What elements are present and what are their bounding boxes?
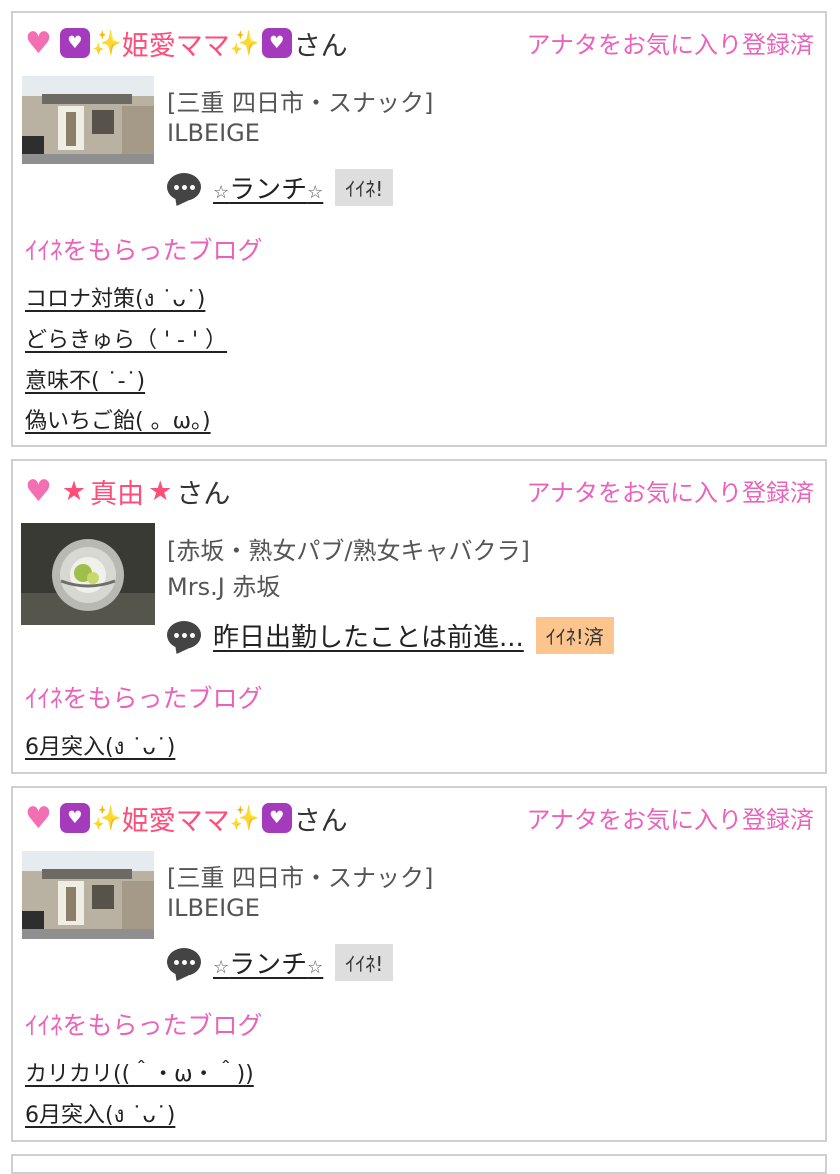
card-header: ♥ ★ 真由 ★ さん アナタをお気に入り登録済	[13, 461, 825, 521]
shop-name[interactable]: ILBEIGE	[167, 119, 260, 147]
purple-heart-icon: ♥	[59, 803, 90, 833]
favorite-status: アナタをお気に入り登録済	[526, 806, 814, 834]
user-card: ♥ ♥ ✨ 姫愛ママ ✨ ♥ さん アナタをお気に入り登録済 [三重 四日市・ス…	[11, 786, 827, 1142]
blog-title-link[interactable]: 昨日出勤したことは前進...	[213, 617, 524, 654]
liked-blog-link[interactable]: 意味不( ˙-˙)	[25, 363, 145, 395]
shop-info: [三重 四日市・スナック] ILBEIGE ☆ランチ☆ ｲｲﾈ!	[13, 848, 825, 988]
latest-blog: ☆ランチ☆ ｲｲﾈ!	[167, 168, 394, 206]
user-name-line[interactable]: ♥ ♥ ✨ 姫愛ママ ✨ ♥ さん	[25, 798, 348, 838]
blog-title-link[interactable]: ☆ランチ☆	[213, 169, 323, 206]
blog-title-link[interactable]: ☆ランチ☆	[213, 944, 323, 981]
liked-blog-link[interactable]: どらきゅら（ ' - ' ）	[25, 322, 227, 354]
star-icon: ☆	[307, 181, 324, 203]
shop-category: [三重 四日市・スナック]	[167, 864, 434, 892]
shop-info: [三重 四日市・スナック] ILBEIGE ☆ランチ☆ ｲｲﾈ!	[13, 73, 825, 213]
liked-blog-link[interactable]: 6月突入(ง ˙ᴗ˙)	[25, 729, 175, 764]
heart-icon: ♥	[25, 800, 52, 836]
shop-category: [三重 四日市・スナック]	[167, 89, 434, 117]
star-icon: ☆	[307, 956, 324, 978]
user-name-line[interactable]: ♥ ★ 真由 ★ さん	[25, 471, 230, 511]
card-header: ♥ ♥ ✨ 姫愛ママ ✨ ♥ さん アナタをお気に入り登録済	[13, 13, 825, 73]
user-name[interactable]: 真由	[90, 472, 144, 511]
favorite-status: アナタをお気に入り登録済	[526, 31, 814, 59]
user-card: ♥ ★ 真由 ★ さん アナタをお気に入り登録済 [赤坂・熟女パブ/熟女キャバク…	[11, 459, 827, 774]
purple-heart-icon: ♥	[59, 28, 90, 58]
blog-title[interactable]: ランチ	[229, 175, 307, 205]
iine-button[interactable]: ｲｲﾈ!	[335, 943, 394, 981]
liked-blog-link[interactable]: 偽いちご飴( 。ω。)	[25, 403, 211, 435]
iine-done-button[interactable]: ｲｲﾈ!済	[535, 616, 614, 654]
user-card-partial	[11, 1154, 827, 1174]
purple-heart-icon: ♥	[261, 803, 292, 833]
name-suffix: さん	[176, 478, 231, 510]
name-suffix: さん	[293, 805, 348, 837]
liked-blogs-heading: ｲｲﾈをもらったブログ	[25, 1011, 263, 1040]
shop-name[interactable]: ILBEIGE	[167, 894, 260, 922]
shop-category: [赤坂・熟女パブ/熟女キャバクラ]	[167, 537, 530, 565]
purple-heart-icon: ♥	[261, 28, 292, 58]
favorite-status: アナタをお気に入り登録済	[526, 479, 814, 507]
blog-title[interactable]: ランチ	[229, 950, 307, 980]
star-icon: ★	[61, 475, 87, 507]
heart-icon: ♥	[25, 473, 52, 509]
iine-button[interactable]: ｲｲﾈ!	[335, 168, 394, 206]
shop-thumbnail[interactable]	[22, 76, 154, 164]
heart-icon: ♥	[25, 25, 52, 61]
shop-thumbnail[interactable]	[21, 523, 155, 625]
star-icon: ★	[148, 475, 173, 507]
liked-blogs-heading: ｲｲﾈをもらったブログ	[25, 684, 263, 713]
user-name[interactable]: 姫愛ママ	[122, 24, 230, 63]
shop-thumbnail[interactable]	[22, 851, 154, 939]
liked-blog-link[interactable]: コロナ対策(ง ˙ᴗ˙)	[25, 281, 205, 316]
comment-icon	[167, 173, 201, 201]
shop-name[interactable]: Mrs.J 赤坂	[167, 567, 280, 602]
user-name-line[interactable]: ♥ ♥ ✨ 姫愛ママ ✨ ♥ さん	[25, 23, 348, 63]
star-icon: ☆	[213, 956, 230, 978]
sparkle-icon: ✨	[91, 804, 122, 832]
latest-blog: ☆ランチ☆ ｲｲﾈ!	[167, 943, 394, 981]
shop-info: [赤坂・熟女パブ/熟女キャバクラ] Mrs.J 赤坂 昨日出勤したことは前進..…	[13, 521, 825, 661]
comment-icon	[167, 948, 201, 976]
user-card: ♥ ♥ ✨ 姫愛ママ ✨ ♥ さん アナタをお気に入り登録済 [三重 四日市・ス…	[11, 11, 827, 447]
sparkle-icon: ✨	[229, 29, 260, 57]
card-header: ♥ ♥ ✨ 姫愛ママ ✨ ♥ さん アナタをお気に入り登録済	[13, 788, 825, 848]
comment-icon	[167, 621, 201, 649]
name-suffix: さん	[293, 30, 348, 62]
star-icon: ☆	[213, 181, 230, 203]
user-name[interactable]: 姫愛ママ	[122, 799, 230, 838]
liked-blogs-heading: ｲｲﾈをもらったブログ	[25, 236, 263, 265]
sparkle-icon: ✨	[229, 804, 260, 832]
sparkle-icon: ✨	[91, 29, 122, 57]
liked-blog-link[interactable]: 6月突入(ง ˙ᴗ˙)	[25, 1097, 175, 1132]
liked-blog-link[interactable]: カリカリ((＾・ω・＾))	[25, 1056, 254, 1088]
latest-blog: 昨日出勤したことは前進... ｲｲﾈ!済	[167, 616, 614, 654]
